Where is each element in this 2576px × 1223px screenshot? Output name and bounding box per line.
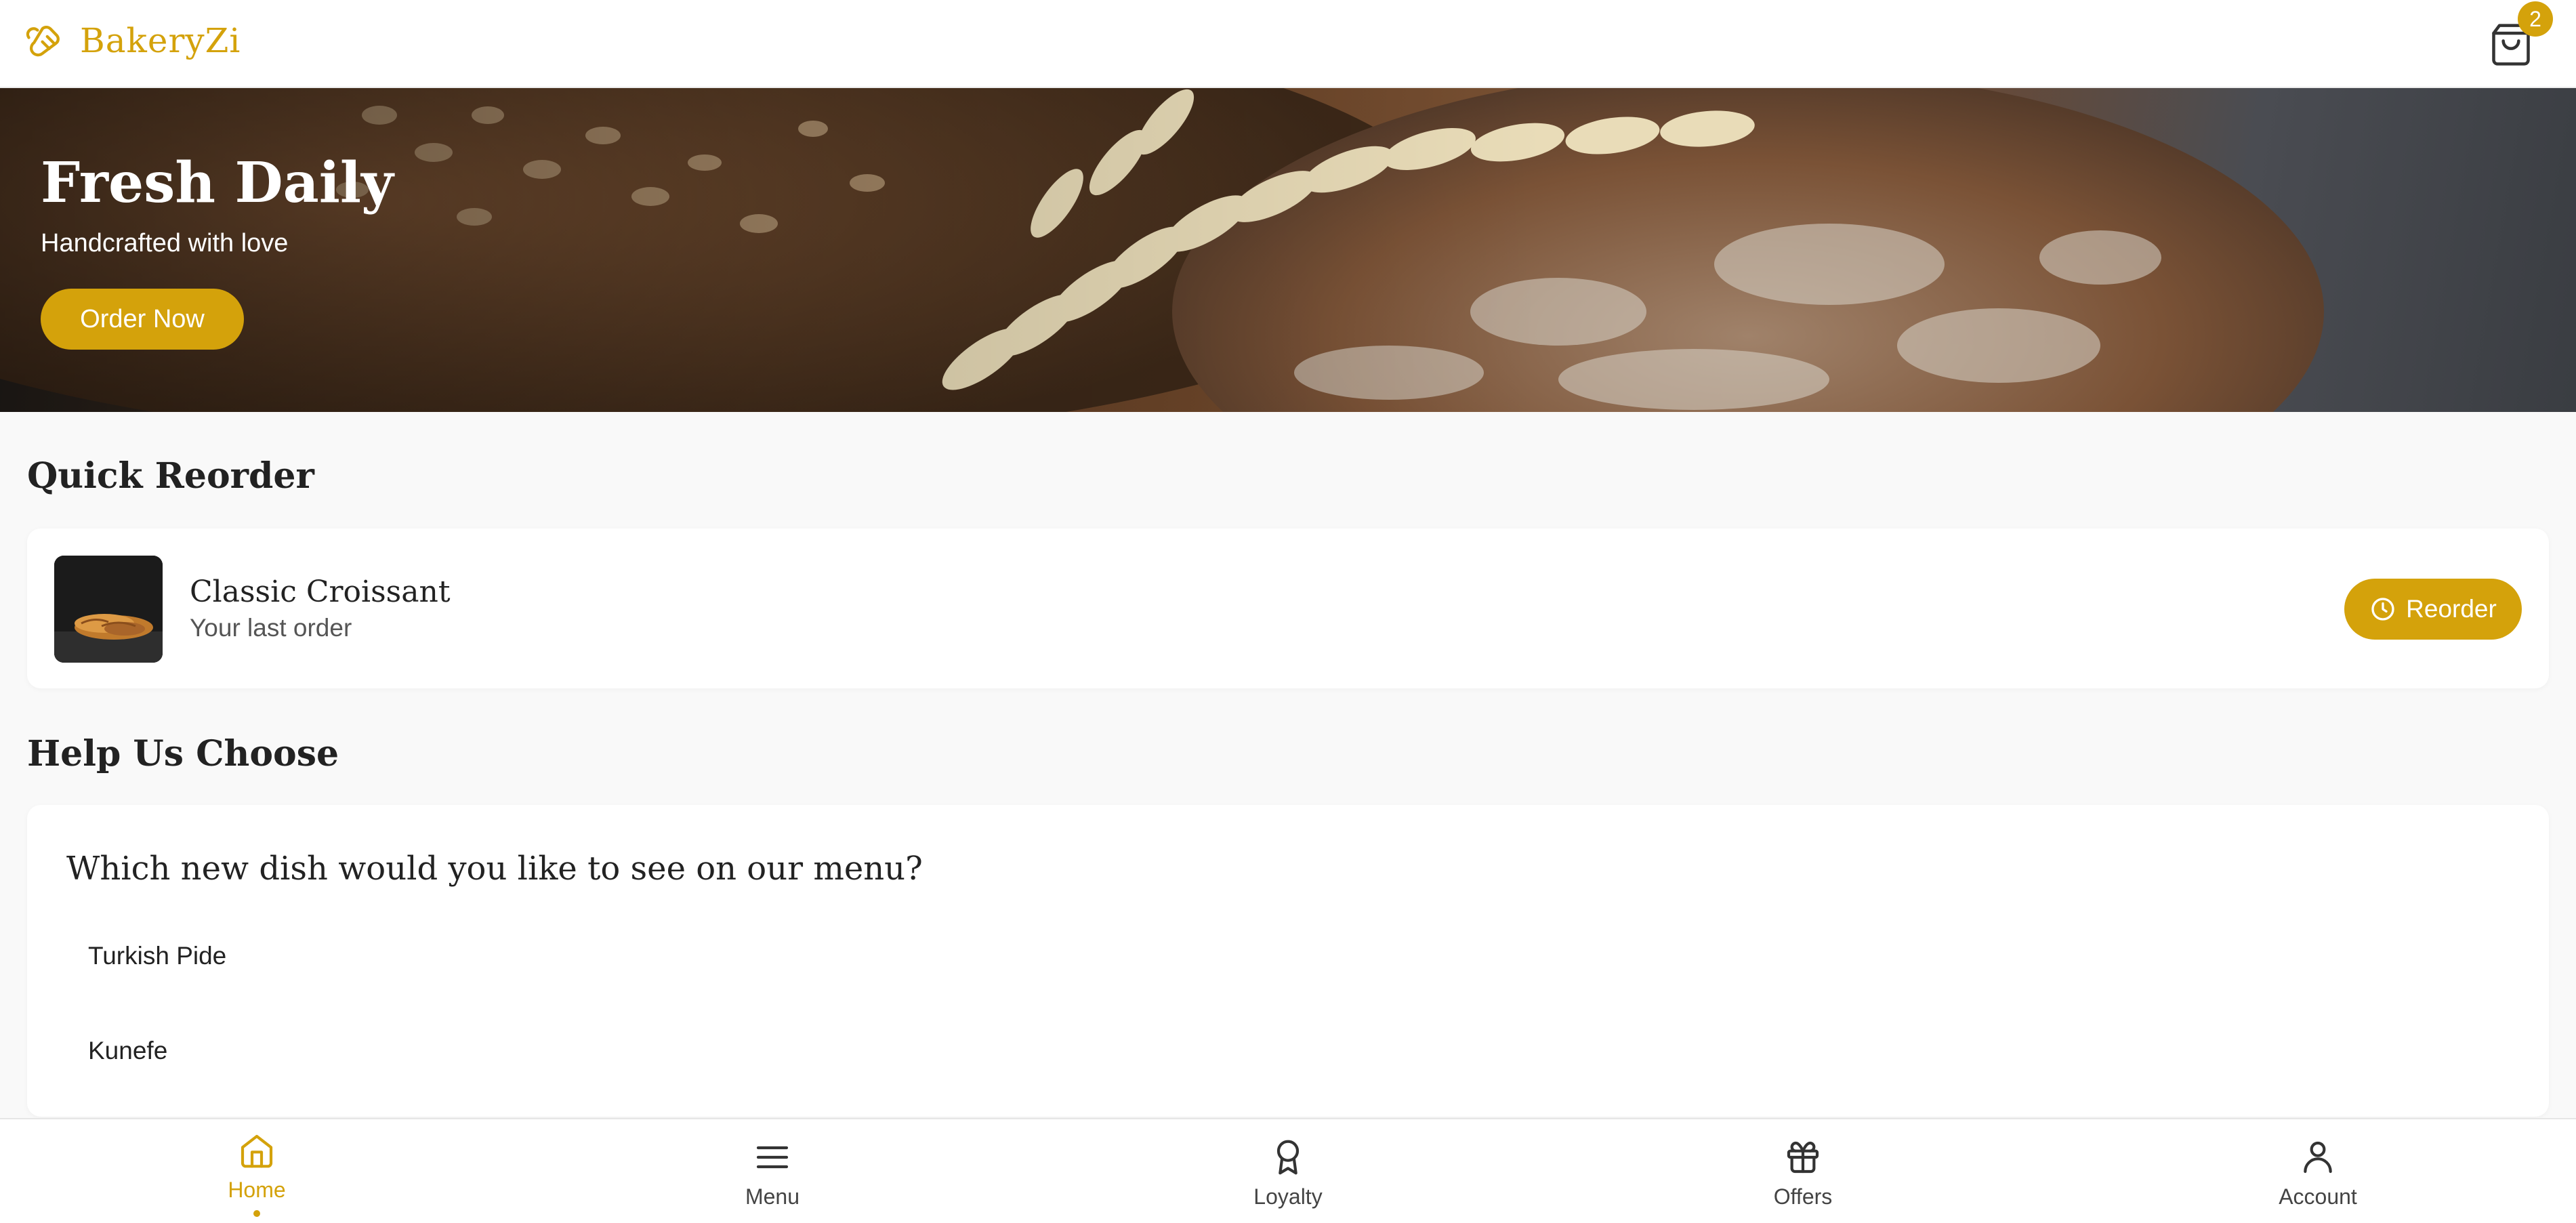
poll-question: Which new dish would you like to see on … xyxy=(66,850,923,888)
quick-reorder-title: Quick Reorder xyxy=(27,455,314,497)
app-header: BakeryZi 2 xyxy=(0,0,2576,88)
nav-loyalty[interactable]: Loyalty xyxy=(1186,1119,1390,1223)
hero-overlay xyxy=(0,88,2576,412)
help-us-choose-title: Help Us Choose xyxy=(27,733,339,774)
nav-loyalty-label: Loyalty xyxy=(1253,1184,1323,1209)
hero-banner: Fresh Daily Handcrafted with love Order … xyxy=(0,88,2576,412)
croissant-thumbnail xyxy=(54,556,163,663)
nav-offers[interactable]: Offers xyxy=(1701,1119,1905,1223)
home-icon xyxy=(241,1134,273,1168)
gift-icon xyxy=(1787,1141,1819,1174)
hero-subtitle: Handcrafted with love xyxy=(41,229,289,257)
quick-reorder-card: Classic Croissant Your last order Reorde… xyxy=(27,528,2549,688)
nav-home[interactable]: Home xyxy=(155,1119,358,1223)
brand[interactable]: BakeryZi xyxy=(26,19,241,62)
reorder-button-label: Reorder xyxy=(2406,595,2497,623)
reorder-button[interactable]: Reorder xyxy=(2344,579,2522,640)
clock-icon xyxy=(2371,598,2394,621)
nav-menu[interactable]: Menu xyxy=(671,1119,874,1223)
nav-account[interactable]: Account xyxy=(2216,1119,2419,1223)
menu-icon xyxy=(756,1146,789,1169)
reorder-item-subtitle: Your last order xyxy=(190,614,352,642)
reorder-item-name: Classic Croissant xyxy=(190,575,451,609)
award-icon xyxy=(1276,1140,1300,1175)
nav-menu-label: Menu xyxy=(745,1184,800,1209)
active-indicator-dot xyxy=(253,1210,260,1217)
nav-account-label: Account xyxy=(2279,1184,2357,1209)
hero-title: Fresh Daily xyxy=(41,150,394,215)
user-icon xyxy=(2304,1141,2332,1174)
nav-home-label: Home xyxy=(228,1178,286,1202)
nav-offers-label: Offers xyxy=(1773,1184,1833,1209)
poll-card: Which new dish would you like to see on … xyxy=(27,805,2549,1117)
poll-option[interactable]: Kunefe xyxy=(88,1037,167,1065)
cart-button[interactable]: 2 xyxy=(2484,1,2553,70)
croissant-logo-icon xyxy=(26,25,60,57)
cart-count-badge: 2 xyxy=(2518,1,2553,37)
poll-option[interactable]: Turkish Pide xyxy=(88,942,226,970)
bottom-navigation: Home Menu Loyalty Offers Account xyxy=(0,1118,2576,1223)
order-now-button[interactable]: Order Now xyxy=(41,289,244,350)
brand-name: BakeryZi xyxy=(80,21,241,60)
